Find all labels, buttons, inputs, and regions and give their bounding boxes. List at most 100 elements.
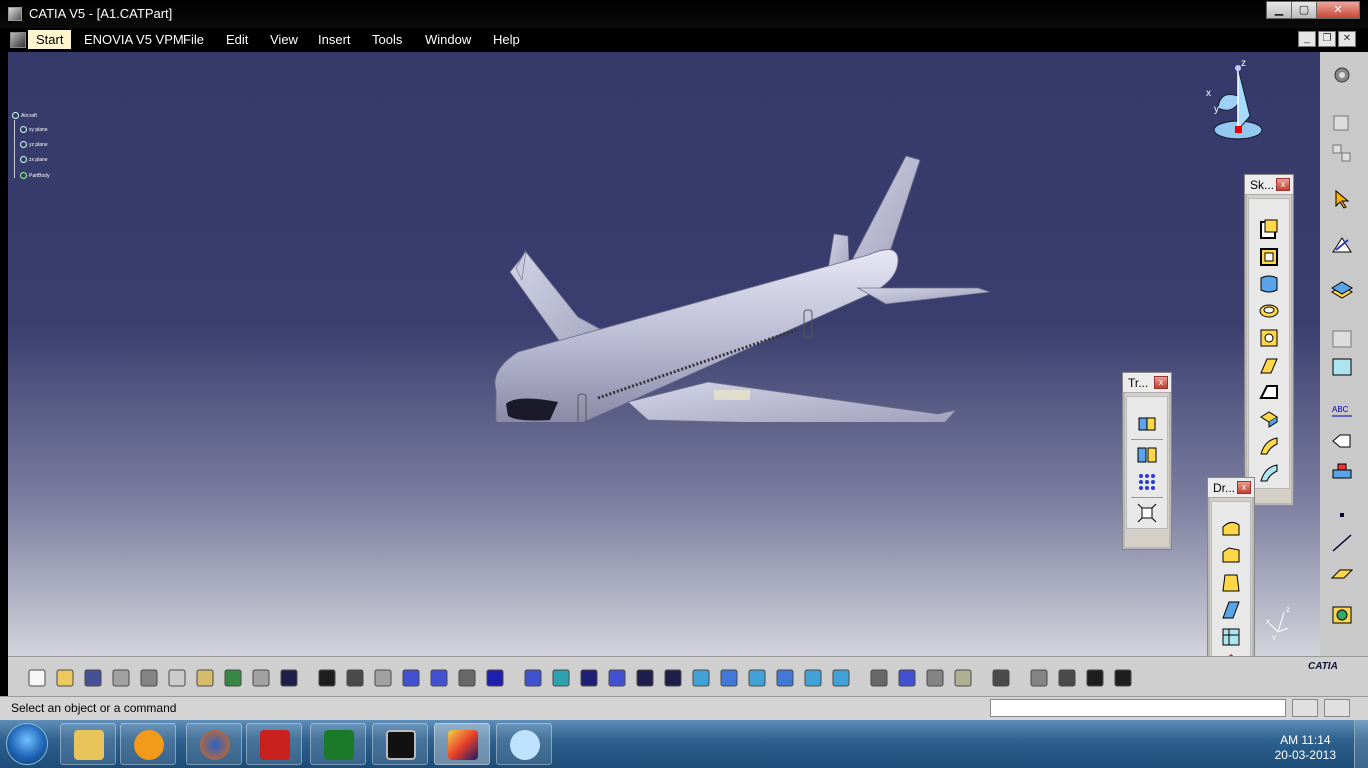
undo-icon[interactable] (222, 667, 244, 689)
groove-icon[interactable] (1257, 299, 1281, 323)
menu-help[interactable]: Help (493, 32, 520, 47)
pan-icon[interactable] (578, 667, 600, 689)
iso-view-icon[interactable] (746, 667, 768, 689)
compass-icon[interactable]: z x y (1200, 56, 1276, 146)
toolbar-close-button[interactable]: x (1154, 376, 1168, 389)
axis-icon[interactable] (1084, 667, 1106, 689)
shell-icon[interactable] (1219, 598, 1243, 622)
taskbar-explorer-button[interactable] (60, 723, 116, 765)
print-icon[interactable] (110, 667, 132, 689)
multi-view-icon[interactable] (718, 667, 740, 689)
3d-viewport[interactable]: Aircraft xy plane yz plane zx plane Part… (8, 52, 1320, 656)
catia-logo-icon[interactable] (10, 32, 26, 48)
show-desktop-button[interactable] (1354, 720, 1368, 768)
draft-icon[interactable] (1219, 571, 1243, 595)
mirror-icon[interactable] (1135, 443, 1159, 467)
zoom-in-icon[interactable] (634, 667, 656, 689)
taskbar-paint-button[interactable] (496, 723, 552, 765)
catia-app-icon[interactable] (8, 7, 22, 21)
command-cancel-button[interactable] (1324, 699, 1350, 717)
edge-fillet-icon[interactable] (1219, 517, 1243, 541)
plane-icon[interactable] (1330, 562, 1354, 584)
sketch-based-features-toolbar[interactable]: Sk... x (1244, 174, 1294, 506)
doc-minimize-button[interactable]: _ (1298, 31, 1316, 47)
fly-icon[interactable] (522, 667, 544, 689)
chamfer-icon[interactable] (1219, 544, 1243, 568)
select-icon[interactable] (1330, 188, 1354, 210)
copy-icon[interactable] (166, 667, 188, 689)
part-icon[interactable] (1330, 112, 1354, 134)
new-icon[interactable] (26, 667, 48, 689)
taskbar-app-button[interactable] (310, 723, 366, 765)
camera-icon[interactable] (990, 667, 1012, 689)
shading-icon[interactable] (774, 667, 796, 689)
tree-icon[interactable] (428, 667, 450, 689)
update-icon[interactable] (1028, 667, 1050, 689)
hole-icon[interactable] (1257, 326, 1281, 350)
measure-icon[interactable] (896, 667, 918, 689)
annotation-icon[interactable] (1330, 430, 1354, 452)
fit-all-icon[interactable] (550, 667, 572, 689)
whats-this-icon[interactable] (278, 667, 300, 689)
hand-icon[interactable] (1056, 667, 1078, 689)
shaft-icon[interactable] (1257, 272, 1281, 296)
cut-icon[interactable] (138, 667, 160, 689)
pattern-icon[interactable] (1135, 470, 1159, 494)
rib-icon[interactable] (1257, 353, 1281, 377)
removed-loft-icon[interactable] (1257, 461, 1281, 485)
table-icon[interactable] (400, 667, 422, 689)
analysis-icon[interactable] (1330, 604, 1354, 626)
pocket-icon[interactable] (1257, 245, 1281, 269)
normal-view-icon[interactable] (690, 667, 712, 689)
lock-icon[interactable] (456, 667, 478, 689)
comment-icon[interactable] (344, 667, 366, 689)
settings-icon[interactable] (1330, 64, 1354, 86)
doc-restore-button[interactable]: ❐ (1318, 31, 1336, 47)
menu-start[interactable]: Start (28, 30, 72, 49)
command-apply-button[interactable] (1292, 699, 1318, 717)
menu-tools[interactable]: Tools (372, 32, 402, 47)
toolbar-close-button[interactable]: x (1276, 178, 1290, 191)
menu-file[interactable]: File (183, 32, 204, 47)
product-icon[interactable] (1330, 142, 1354, 164)
transformation-features-toolbar[interactable]: Tr... x (1122, 372, 1172, 550)
redo-icon[interactable] (250, 667, 272, 689)
sketcher-icon[interactable] (1330, 234, 1354, 256)
slot-icon[interactable] (1257, 380, 1281, 404)
close-button[interactable]: ✕ (1316, 1, 1360, 19)
point-icon[interactable] (1330, 504, 1354, 526)
stiffener-icon[interactable] (1257, 407, 1281, 431)
taskbar-catia-button[interactable] (434, 723, 490, 765)
tree-node-yz-plane[interactable]: yz plane (20, 141, 48, 148)
insert-icon[interactable] (1330, 356, 1354, 378)
constraint-icon[interactable] (1330, 460, 1354, 482)
layer-icon[interactable] (1330, 280, 1354, 302)
menu-edit[interactable]: Edit (226, 32, 248, 47)
hide-show-icon[interactable] (802, 667, 824, 689)
text-icon[interactable]: ABC (1330, 400, 1354, 422)
maximize-button[interactable]: ▢ (1291, 1, 1317, 19)
scaling-icon[interactable] (1135, 501, 1159, 525)
menu-window[interactable]: Window (425, 32, 471, 47)
scale-icon[interactable] (1112, 667, 1134, 689)
capture-icon[interactable] (868, 667, 890, 689)
mass-icon[interactable] (952, 667, 974, 689)
apply-material-icon[interactable] (924, 667, 946, 689)
open-icon[interactable] (54, 667, 76, 689)
menu-insert[interactable]: Insert (318, 32, 351, 47)
taskbar-firefox-button[interactable] (186, 723, 242, 765)
toolbar-close-button[interactable]: x (1237, 481, 1251, 494)
tree-node-zx-plane[interactable]: zx plane (20, 156, 48, 163)
knowledge-icon[interactable] (484, 667, 506, 689)
line-icon[interactable] (1330, 532, 1354, 554)
tree-root[interactable]: Aircraft (12, 112, 37, 119)
link-icon[interactable] (372, 667, 394, 689)
save-icon[interactable] (82, 667, 104, 689)
taskbar-monitor-button[interactable] (372, 723, 428, 765)
zoom-out-icon[interactable] (662, 667, 684, 689)
taskbar-media-player-button[interactable] (120, 723, 176, 765)
pad-icon[interactable] (1257, 218, 1281, 242)
taskbar-clock[interactable]: AM 11:14 20-03-2013 (1275, 733, 1336, 763)
command-input[interactable] (990, 699, 1286, 717)
rotate-icon[interactable] (606, 667, 628, 689)
